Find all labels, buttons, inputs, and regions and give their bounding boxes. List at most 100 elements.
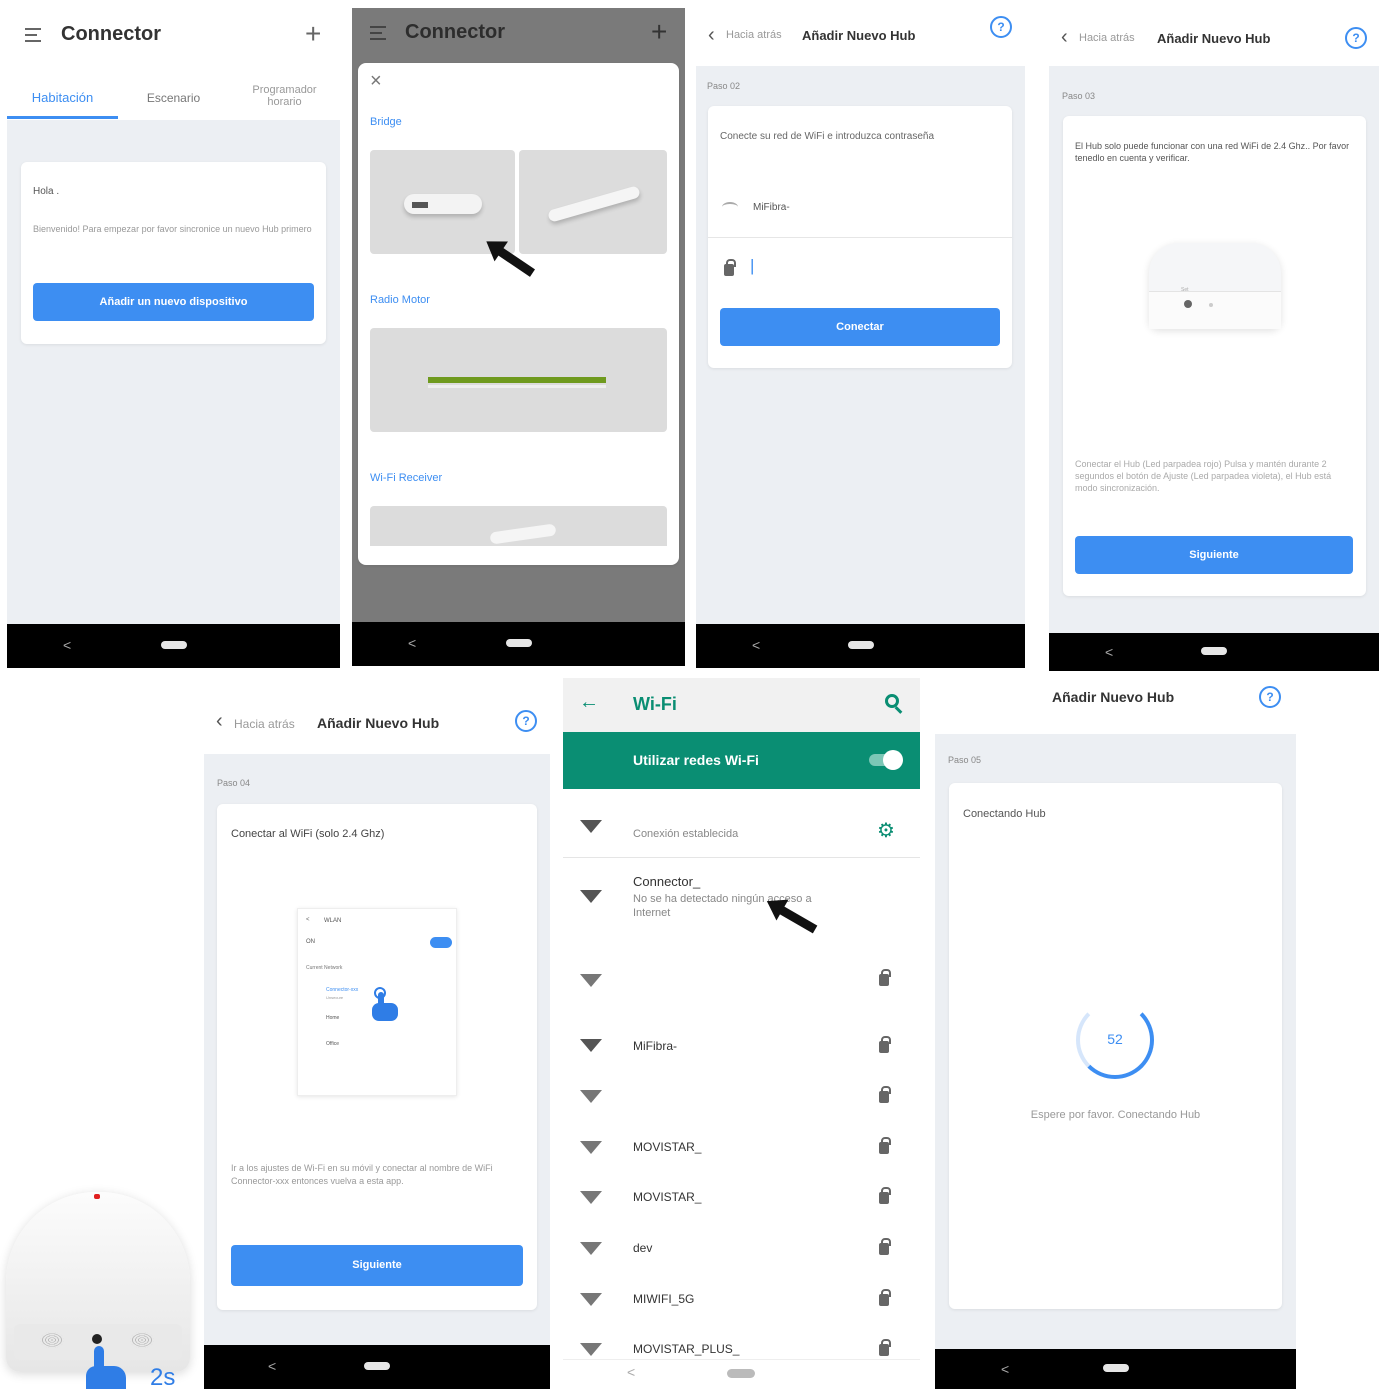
nav-back-icon[interactable]: <	[752, 637, 760, 653]
menu-icon	[370, 26, 386, 40]
wifi-signal-icon	[580, 890, 602, 903]
nav-back-icon[interactable]: <	[627, 1364, 635, 1380]
header: Añadir Nuevo Hub ?	[935, 678, 1296, 734]
chevron-left-icon[interactable]: ‹	[708, 24, 715, 47]
back-link[interactable]: Hacia atrás	[726, 29, 782, 41]
nav-home-icon[interactable]	[160, 641, 187, 649]
nav-back-icon[interactable]: <	[268, 1358, 276, 1374]
password-input[interactable]: |	[750, 256, 754, 276]
wifi-signal-icon	[580, 1242, 602, 1255]
wifi-toggle-switch[interactable]	[869, 750, 903, 770]
menu-icon[interactable]	[25, 28, 41, 42]
wifi-signal-icon	[580, 820, 602, 833]
nav-home-icon[interactable]	[364, 1362, 390, 1370]
wifi-signal-icon	[580, 1141, 602, 1154]
chevron-left-icon[interactable]: ‹	[1061, 26, 1068, 49]
close-icon[interactable]: ×	[370, 70, 382, 93]
wifi-receiver-option[interactable]	[370, 506, 667, 546]
wifi-network-name[interactable]: MiFibra-	[753, 202, 790, 213]
section-wifi-receiver: Wi-Fi Receiver	[370, 472, 443, 484]
mock-on-label: ON	[306, 939, 315, 945]
nav-back-icon[interactable]: <	[63, 637, 71, 653]
hub-set-label: Set	[1181, 287, 1189, 293]
nav-home-icon[interactable]	[847, 641, 874, 649]
nav-home-icon[interactable]	[727, 1369, 755, 1378]
next-button[interactable]: Siguiente	[231, 1245, 523, 1286]
system-navbar: <	[352, 622, 685, 666]
redacted-name	[625, 955, 755, 1015]
screen-home: Connector + Habitación Escenario Program…	[7, 8, 340, 668]
chevron-left-icon[interactable]: ‹	[216, 710, 223, 733]
wifi-signal-icon	[580, 1293, 602, 1306]
screen-step-05: Añadir Nuevo Hub ? Paso 05 Conectando Hu…	[935, 678, 1296, 1389]
wifi-form-card: Conecte su red de WiFi e introduzca cont…	[708, 106, 1012, 368]
wait-text: Espere por favor. Conectando Hub	[1030, 1109, 1201, 1121]
help-bulb-icon[interactable]: ?	[1345, 27, 1367, 49]
hub-info-card: El Hub solo puede funcionar con una red …	[1063, 116, 1366, 596]
wifi-toggle-label: Utilizar redes Wi-Fi	[633, 752, 759, 768]
screen-android-wifi: ← Wi-Fi Utilizar redes Wi-Fi Conexión es…	[563, 678, 920, 1389]
wifi-row-movistar-2[interactable]: MOVISTAR_	[563, 1187, 920, 1220]
wifi-signal-icon	[580, 1039, 602, 1052]
nav-home-icon[interactable]	[1102, 1364, 1129, 1372]
hub-photo: 2s	[4, 1188, 194, 1391]
nav-back-icon[interactable]: <	[1001, 1361, 1009, 1377]
connect-button[interactable]: Conectar	[720, 308, 1000, 346]
system-navbar: <	[1049, 633, 1379, 671]
tab-escenario[interactable]: Escenario	[118, 91, 229, 105]
gear-icon[interactable]: ⚙	[877, 818, 895, 843]
tab-active-indicator	[7, 116, 118, 119]
help-bulb-icon[interactable]: ?	[1259, 686, 1281, 708]
wlan-mockup: < WLAN ON Current Network Connector-xxx …	[297, 908, 457, 1096]
wifi-row-dev[interactable]: dev	[563, 1238, 920, 1271]
system-navbar: <	[696, 624, 1025, 668]
wifi-setup-card: Conectar al WiFi (solo 2.4 Ghz) < WLAN O…	[217, 804, 537, 1310]
radio-motor-option[interactable]	[370, 328, 667, 432]
system-navbar: <	[7, 624, 340, 668]
mock-current-label: Current Network	[306, 965, 343, 971]
page-title: Añadir Nuevo Hub	[1157, 31, 1271, 46]
system-navbar: <	[935, 1349, 1296, 1389]
nav-back-icon[interactable]: <	[1105, 644, 1113, 660]
step-label: Paso 03	[1062, 91, 1096, 101]
back-link[interactable]: Hacia atrás	[1079, 32, 1135, 44]
tab-habitacion[interactable]: Habitación	[7, 90, 118, 105]
lock-icon	[879, 1137, 891, 1154]
system-navbar: <	[563, 1359, 920, 1389]
help-bulb-icon[interactable]: ?	[515, 710, 537, 732]
greeting-text: Hola .	[33, 186, 60, 197]
add-icon: +	[651, 16, 668, 47]
nav-home-icon[interactable]	[505, 639, 532, 647]
info-text: El Hub solo puede funcionar con una red …	[1075, 141, 1350, 163]
nav-back-icon[interactable]: <	[408, 635, 416, 651]
connecting-heading: Conectando Hub	[963, 808, 1046, 820]
wifi-row-redacted[interactable]	[563, 1081, 920, 1119]
lock-icon	[879, 1086, 891, 1103]
instruction-text: Conectar al WiFi (solo 2.4 Ghz)	[231, 828, 385, 840]
mock-item-office: Office	[326, 1041, 339, 1047]
tab-programador[interactable]: Programador horario	[229, 84, 340, 108]
wifi-row-connector[interactable]: Connector_ No se ha detectado ningún acc…	[563, 874, 920, 934]
bridge-option-usb[interactable]	[519, 150, 667, 254]
arrow-left-icon[interactable]: ←	[579, 691, 599, 714]
wifi-row-redacted[interactable]	[563, 955, 920, 1015]
network-name: MiFibra-	[633, 1039, 677, 1053]
help-bulb-icon[interactable]: ?	[990, 16, 1012, 38]
wifi-signal-icon	[722, 202, 738, 212]
mock-item-sub: Unsecure	[326, 995, 344, 1000]
network-name: dev	[633, 1241, 653, 1255]
add-device-button[interactable]: Añadir un nuevo dispositivo	[33, 283, 314, 321]
add-icon[interactable]: +	[305, 18, 321, 50]
wifi-row-connected[interactable]: Conexión establecida ⚙	[563, 790, 920, 858]
lock-icon	[724, 259, 736, 276]
back-link[interactable]: Hacia atrás	[234, 717, 295, 731]
wifi-row-mifibra[interactable]: MiFibra-	[563, 1036, 920, 1069]
next-button[interactable]: Siguiente	[1075, 536, 1353, 574]
wifi-toggle-bar[interactable]: Utilizar redes Wi-Fi	[563, 732, 920, 789]
nav-home-icon[interactable]	[1201, 647, 1227, 655]
network-name: MOVISTAR_	[633, 1140, 702, 1154]
header: ‹ Hacia atrás Añadir Nuevo Hub ?	[1049, 8, 1379, 66]
wifi-row-movistar-1[interactable]: MOVISTAR_	[563, 1137, 920, 1170]
connecting-card: Conectando Hub 52 Espere por favor. Cone…	[949, 783, 1282, 1309]
wifi-row-miwifi[interactable]: MIWIFI_5G	[563, 1289, 920, 1322]
